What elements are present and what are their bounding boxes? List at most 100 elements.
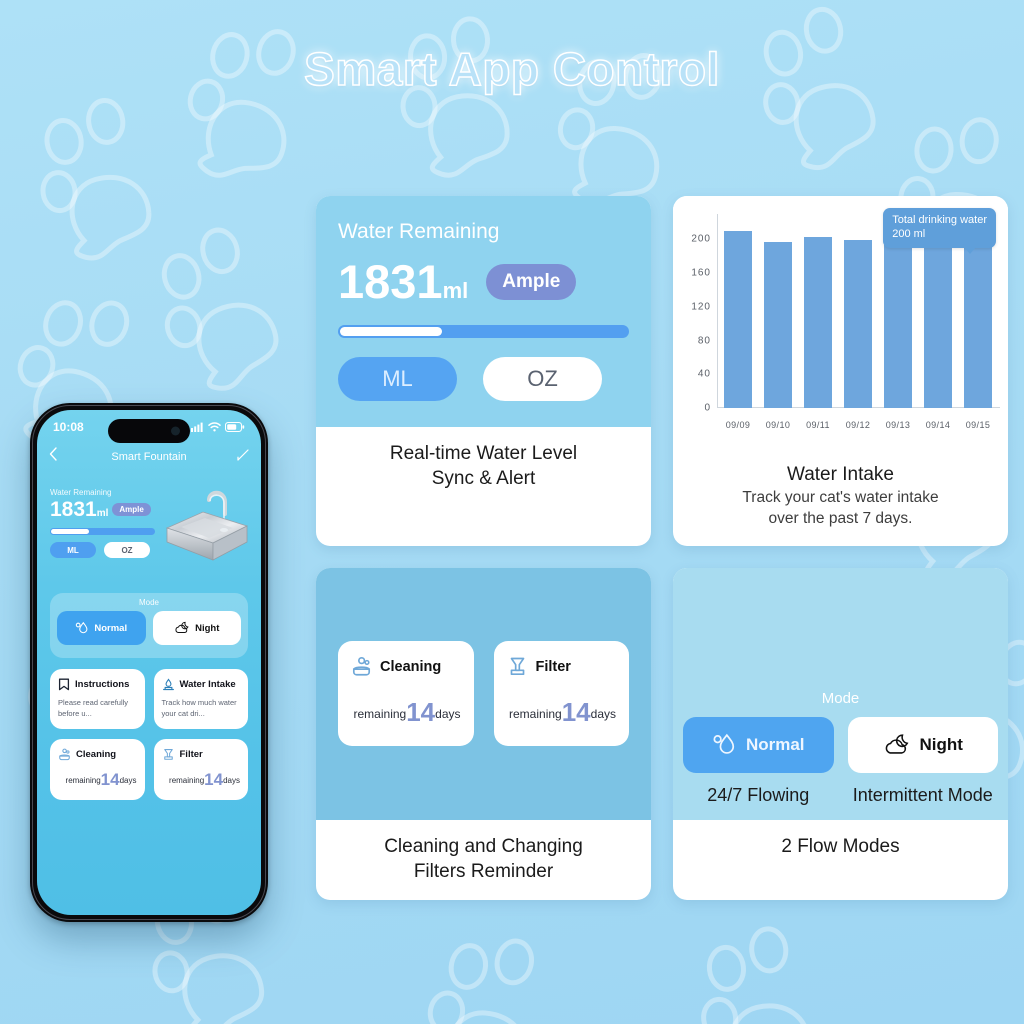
feature-caption: Cleaning and Changing Filters Reminder [316,820,651,900]
mode-panel: Mode Normal Night 24/7 Flowing Intermitt… [673,567,1008,820]
phone-tile-title: Instructions [75,679,130,690]
cleaning-title: Cleaning [380,658,442,675]
filter-title: Filter [535,658,571,675]
cleaning-remaining-prefix: remaining [353,707,407,722]
phone-status-badge: Ample [112,503,151,517]
phone-water-hero: Water Remaining 1831ml Ample ML OZ [37,476,261,581]
chart-bar [924,247,952,408]
phone-tile-filter[interactable]: Filter remaining14days [153,739,248,801]
cleaning-remaining-suffix: days [435,707,461,722]
phone-mode-section: Mode Normal Night [50,593,248,658]
chevron-left-icon[interactable] [49,447,57,461]
phone-mode-night-label: Night [195,622,220,634]
water-remaining-amount: 1831 [338,255,443,308]
phone-tile-title: Cleaning [76,749,117,761]
phone-tile-remaining-value: 14 [204,770,224,790]
cleaning-reminder-card[interactable]: Cleaning remaining14days [338,641,474,747]
mode-normal-sublabel: 24/7 Flowing [707,784,810,805]
chart-bar [964,239,992,408]
chart-x-tick: 09/14 [925,420,951,430]
page-title: Smart App Control [303,42,720,96]
feature-card-water-level: Water Remaining 1831ml Ample ML OZ Real-… [316,196,651,546]
feature-caption: Water Intake Track your cat's water inta… [673,448,1008,546]
unit-ml-button[interactable]: ML [338,357,457,401]
cleaning-icon [58,748,71,761]
chart-y-tick: 80 [697,335,711,347]
phone-mode-normal-button[interactable]: Normal [57,611,146,645]
phone-tile-instructions[interactable]: Instructions Please read carefully befor… [50,669,145,730]
water-drop-icon [712,732,737,757]
phone-nav-bar: Smart Fountain [37,444,261,470]
chart-y-axis: 0 40 80 120 160 200 [681,214,717,414]
chart-x-tick: 09/10 [765,420,791,430]
chart-bar [764,241,792,408]
phone-unit-toggle[interactable]: ML OZ [50,542,155,559]
mode-night-button[interactable]: Night [847,716,998,773]
status-badge: Ample [486,263,577,300]
phone-unit-ml-button[interactable]: ML [50,542,96,559]
filter-reminder-card[interactable]: Filter remaining14days [493,641,629,747]
water-intake-chart: Total drinking water 200 ml 0 40 80 120 160 2… [673,196,1008,448]
phone-water-progress [50,528,155,536]
phone-tile-remaining-prefix: remaining [169,776,205,786]
water-remaining-unit: ml [442,278,469,303]
moon-cloud-icon [883,733,911,757]
mode-label: Mode [821,689,860,707]
chart-bar [804,236,832,408]
feature-caption-title: Water Intake [786,464,894,485]
phone-tile-remaining-value: 14 [100,770,120,790]
chart-bar-column [718,214,758,408]
unit-toggle-group[interactable]: ML OZ [338,357,629,401]
phone-mode-night-button[interactable]: Night [152,611,241,645]
chart-bar-column [838,214,878,408]
water-remaining-label: Water Remaining [338,220,500,243]
chart-y-tick: 160 [691,267,711,279]
chart-y-tick: 40 [697,368,711,380]
phone-tile-title: Filter [179,749,203,761]
pencil-icon[interactable] [237,449,249,461]
phone-tile-cleaning[interactable]: Cleaning remaining14days [50,739,145,801]
phone-mockup: 10:08 Smart Fountain Water Remaining 183… [30,403,268,922]
unit-oz-button[interactable]: OZ [483,357,602,401]
phone-tile-grid: Instructions Please read carefully befor… [50,669,248,801]
chart-y-tick: 200 [691,233,711,245]
feature-card-flow-modes: Mode Normal Night 24/7 Flowing Intermitt… [673,567,1008,900]
phone-tile-remaining-suffix: days [119,776,137,786]
battery-icon [225,422,245,432]
chart-bar [884,241,912,408]
feature-card-reminder: Cleaning remaining14days Filter remainin… [316,567,651,900]
cleaning-remaining-value: 14 [406,697,436,728]
chart-tooltip-line1: Total drinking water [892,214,987,226]
feature-card-grid: Water Remaining 1831ml Ample ML OZ Real-… [316,196,1008,900]
filter-remaining-suffix: days [590,707,616,722]
phone-mode-label: Mode [138,598,159,607]
mode-normal-label: Normal [745,734,805,754]
phone-tile-remaining-prefix: remaining [65,776,101,786]
feature-card-water-intake: Total drinking water 200 ml 0 40 80 120 160 2… [673,196,1008,546]
cleaning-icon [351,656,372,677]
mode-normal-button[interactable]: Normal [683,716,834,773]
phone-unit-oz-button[interactable]: OZ [104,542,150,559]
feature-caption-line2: Filters Reminder [413,860,554,882]
feature-caption-line1: 2 Flow Modes [781,835,900,857]
signal-bars-icon [191,422,204,432]
water-fountain-image [165,490,249,561]
chart-x-tick: 09/12 [845,420,871,430]
phone-tile-remaining-suffix: days [223,776,240,786]
feature-caption-line1: Track your cat's water intake [742,489,939,507]
phone-tile-text: Please read carefully before u... [58,698,129,718]
filter-icon [162,748,175,761]
chart-bar-column [758,214,798,408]
moon-cloud-icon [174,621,190,635]
feature-caption-line1: Cleaning and Changing [384,835,583,857]
front-camera-icon [171,426,180,436]
phone-tile-title: Water Intake [179,679,236,690]
status-time: 10:08 [53,420,84,434]
mode-night-sublabel: Intermittent Mode [852,784,993,805]
bookmark-icon [58,678,70,691]
chart-x-tick: 09/09 [725,420,751,430]
wifi-icon [208,422,221,432]
filter-remaining-prefix: remaining [509,707,562,722]
phone-tile-text: Track how much water your cat dri... [161,698,237,718]
phone-tile-water-intake[interactable]: Water Intake Track how much water your c… [153,669,248,730]
